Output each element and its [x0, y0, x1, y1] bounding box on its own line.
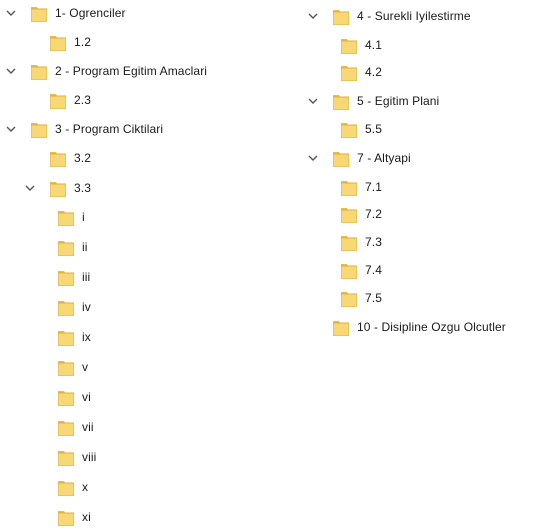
tree-item[interactable]: 2 - Program Egitim Amaclari	[5, 61, 207, 81]
chevron-down-icon[interactable]	[307, 95, 319, 107]
tree-item[interactable]: iv	[58, 297, 91, 317]
folder-icon	[333, 7, 349, 25]
folder-icon	[58, 418, 74, 436]
folder-icon	[58, 238, 74, 256]
tree-item-label: ix	[82, 330, 91, 344]
tree-item[interactable]: vi	[58, 387, 91, 407]
tree-item[interactable]: viii	[58, 447, 96, 467]
tree-item[interactable]: x	[58, 477, 88, 497]
tree-item-label: vi	[82, 390, 91, 404]
tree-item[interactable]: 7.4	[341, 260, 382, 280]
tree-item[interactable]: iii	[58, 267, 90, 287]
tree-item[interactable]: 3.2	[50, 148, 91, 168]
folder-icon	[58, 508, 74, 526]
tree-item[interactable]: v	[58, 357, 88, 377]
tree-item-label: 5.5	[365, 122, 382, 136]
folder-icon	[31, 62, 47, 80]
folder-icon	[58, 268, 74, 286]
chevron-down-icon[interactable]	[5, 7, 17, 19]
folder-icon	[58, 388, 74, 406]
tree-item-label: 7.4	[365, 263, 382, 277]
tree-item[interactable]: 7.3	[341, 232, 382, 252]
tree-item-label: 7.5	[365, 291, 382, 305]
tree-item[interactable]: 3 - Program Ciktilari	[5, 119, 163, 139]
folder-icon	[341, 63, 357, 81]
tree-item[interactable]: 5.5	[341, 119, 382, 139]
tree-item[interactable]: ix	[58, 327, 91, 347]
tree-item[interactable]: ii	[58, 237, 88, 257]
chevron-down-icon[interactable]	[5, 123, 17, 135]
folder-icon	[50, 179, 66, 197]
tree-item-label: iii	[82, 270, 91, 284]
tree-item[interactable]: 1.2	[50, 32, 91, 52]
tree-item[interactable]: 7 - Altyapi	[307, 148, 411, 168]
tree-item-label: 5 - Egitim Plani	[357, 94, 440, 108]
chevron-down-icon[interactable]	[307, 10, 319, 22]
folder-icon	[58, 478, 74, 496]
folder-icon	[341, 289, 357, 307]
tree-item-label: 10 - Disipline Ozgu Olcutler	[357, 320, 506, 334]
tree-item-label: 7.3	[365, 235, 382, 249]
tree-item[interactable]: 4.1	[341, 35, 382, 55]
folder-icon	[58, 448, 74, 466]
tree-item-label: 7.2	[365, 207, 382, 221]
tree-item-label: 3 - Program Ciktilari	[55, 122, 164, 136]
tree-item[interactable]: 7.5	[341, 288, 382, 308]
folder-icon	[341, 233, 357, 251]
tree-item[interactable]: xi	[58, 507, 91, 527]
folder-icon	[58, 298, 74, 316]
tree-item-label: x	[82, 480, 89, 494]
chevron-down-icon[interactable]	[24, 182, 36, 194]
tree-item[interactable]: vii	[58, 417, 94, 437]
folder-icon	[341, 261, 357, 279]
chevron-down-icon[interactable]	[307, 152, 319, 164]
tree-item-label: vii	[82, 420, 94, 434]
folder-icon	[31, 120, 47, 138]
tree-item[interactable]: 3.3	[24, 178, 91, 198]
folder-icon	[341, 205, 357, 223]
tree-item[interactable]: 4 - Surekli Iyilestirme	[307, 6, 471, 26]
tree-item-label: 4.2	[365, 65, 382, 79]
tree-item-label: 1- Ogrenciler	[55, 6, 126, 20]
folder-icon	[333, 92, 349, 110]
tree-item[interactable]: 7.2	[341, 204, 382, 224]
tree-item[interactable]: 10 - Disipline Ozgu Olcutler	[333, 317, 506, 337]
tree-item[interactable]: 5 - Egitim Plani	[307, 91, 439, 111]
folder-icon	[31, 4, 47, 22]
folder-icon	[341, 120, 357, 138]
tree-item-label: 4 - Surekli Iyilestirme	[357, 9, 471, 23]
tree-item-label: 1.2	[74, 35, 91, 49]
folder-icon	[333, 318, 349, 336]
tree-item-label: i	[82, 210, 85, 224]
folder-icon	[50, 149, 66, 167]
folder-icon	[58, 328, 74, 346]
tree-item[interactable]: 7.1	[341, 177, 382, 197]
tree-item-label: 3.2	[74, 151, 91, 165]
tree-item-label: viii	[82, 450, 97, 464]
tree-item[interactable]: i	[58, 207, 85, 227]
folder-icon	[50, 91, 66, 109]
tree-item[interactable]: 4.2	[341, 62, 382, 82]
folder-icon	[341, 178, 357, 196]
tree-item-label: v	[82, 360, 89, 374]
folder-icon	[58, 358, 74, 376]
tree-item[interactable]: 1- Ogrenciler	[5, 3, 126, 23]
tree-item-label: 2.3	[74, 93, 91, 107]
tree-item-label: xi	[82, 510, 91, 524]
tree-item-label: 7.1	[365, 180, 382, 194]
tree-item-label: iv	[82, 300, 91, 314]
tree-item-label: 3.3	[74, 181, 91, 195]
folder-icon	[341, 36, 357, 54]
chevron-down-icon[interactable]	[5, 65, 17, 77]
tree-item-label: ii	[82, 240, 88, 254]
tree-item-label: 4.1	[365, 38, 382, 52]
folder-icon	[333, 149, 349, 167]
tree-item[interactable]: 2.3	[50, 90, 91, 110]
tree-item-label: 7 - Altyapi	[357, 151, 411, 165]
tree-item-label: 2 - Program Egitim Amaclari	[55, 64, 208, 78]
folder-icon	[50, 33, 66, 51]
folder-icon	[58, 208, 74, 226]
